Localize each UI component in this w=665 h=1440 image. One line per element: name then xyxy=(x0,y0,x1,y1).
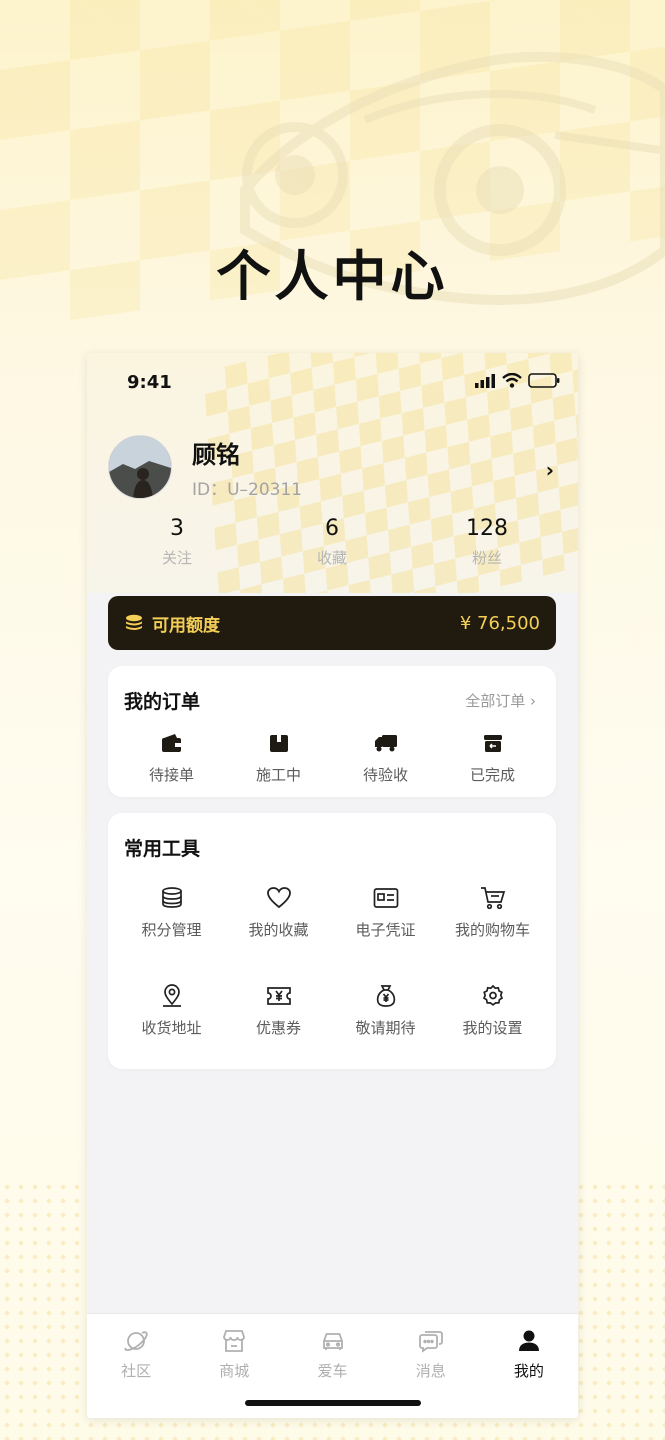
chat-icon xyxy=(418,1331,443,1353)
all-orders-link[interactable]: 全部订单 › xyxy=(465,690,536,711)
username: 顾铭 xyxy=(192,441,240,469)
tool-settings[interactable]: 我的设置 xyxy=(439,983,546,1038)
tool-label: 电子凭证 xyxy=(355,921,416,939)
tool-points[interactable]: 积分管理 xyxy=(118,885,225,940)
order-label: 施工中 xyxy=(255,766,301,784)
order-label: 已完成 xyxy=(469,766,515,784)
box-icon xyxy=(269,735,288,752)
profile-chevron-right-icon[interactable]: › xyxy=(546,458,554,482)
cart-icon xyxy=(480,887,505,910)
tab-label: 消息 xyxy=(415,1362,446,1380)
tab-mall[interactable]: 商城 xyxy=(185,1328,283,1381)
orders-title: 我的订单 xyxy=(124,691,201,713)
coins-icon xyxy=(161,887,182,908)
tab-messages[interactable]: 消息 xyxy=(382,1328,480,1381)
stat-favorites[interactable]: 6 收藏 xyxy=(272,516,392,568)
tool-label: 我的购物车 xyxy=(454,921,530,939)
credit-value: ¥ 76,500 xyxy=(459,612,540,634)
tool-label: 我的设置 xyxy=(462,1019,523,1037)
tool-label: 我的收藏 xyxy=(248,921,309,939)
status-icons xyxy=(474,373,560,388)
stat-following[interactable]: 3 关注 xyxy=(117,516,237,568)
tools-title: 常用工具 xyxy=(124,838,201,860)
battery-icon xyxy=(528,373,560,388)
car-icon xyxy=(322,1333,343,1350)
store-icon xyxy=(223,1330,246,1352)
stat-fans[interactable]: 128 粉丝 xyxy=(427,516,547,568)
coupon-icon xyxy=(266,987,291,1005)
profile-header: 9:41 顾铭 ID：U–20311 › 3 关注 6 收藏 128 粉丝 xyxy=(87,353,578,593)
credit-bar[interactable]: 可用额度 ¥ 76,500 xyxy=(108,596,556,650)
tab-community[interactable]: 社区 xyxy=(87,1328,185,1381)
tool-e-voucher[interactable]: 电子凭证 xyxy=(332,885,439,940)
tab-my-car[interactable]: 爱车 xyxy=(283,1328,381,1381)
user-id: ID：U–20311 xyxy=(192,480,303,500)
stat-value: 128 xyxy=(466,516,508,541)
tab-label: 我的 xyxy=(513,1362,544,1380)
signal-icon xyxy=(475,373,495,388)
page-title: 个人中心 xyxy=(216,245,449,308)
order-label: 待验收 xyxy=(362,766,408,784)
tool-label: 优惠券 xyxy=(255,1019,301,1037)
status-time: 9:41 xyxy=(127,372,172,393)
credit-label: 可用额度 xyxy=(152,615,220,636)
stat-value: 6 xyxy=(325,516,339,541)
tool-coming-soon[interactable]: 敬请期待 xyxy=(332,983,439,1038)
tool-address[interactable]: 收货地址 xyxy=(118,983,225,1038)
tab-bar: 社区 商城 爱车 消息 我的 xyxy=(87,1313,578,1418)
wifi-icon xyxy=(502,373,522,388)
location-pin-icon xyxy=(162,984,181,1007)
tab-label: 爱车 xyxy=(317,1362,348,1380)
money-bag-icon xyxy=(376,985,395,1007)
tool-coupon[interactable]: 优惠券 xyxy=(225,983,332,1038)
tool-label: 收货地址 xyxy=(141,1019,202,1037)
gear-icon xyxy=(482,984,503,1006)
stat-label: 收藏 xyxy=(316,549,347,567)
all-orders-label: 全部订单 xyxy=(465,692,526,710)
tab-label: 商城 xyxy=(219,1362,250,1380)
tool-label: 敬请期待 xyxy=(355,1019,416,1037)
return-box-icon xyxy=(483,735,502,752)
chevron-right-icon: › xyxy=(530,692,536,710)
tab-label: 社区 xyxy=(121,1362,152,1380)
stat-label: 关注 xyxy=(161,549,192,567)
tab-mine[interactable]: 我的 xyxy=(480,1328,578,1381)
tools-card: 常用工具 积分管理 我的收藏 电子凭证 我的购物车 收货地址 优惠券 敬请期待 … xyxy=(108,813,556,1069)
order-completed[interactable]: 已完成 xyxy=(439,730,546,785)
tool-label: 积分管理 xyxy=(141,921,202,939)
avatar-photo xyxy=(109,436,171,498)
order-pending-check[interactable]: 待验收 xyxy=(332,730,439,785)
tool-cart[interactable]: 我的购物车 xyxy=(439,885,546,940)
orders-card: 我的订单 全部订单 › 待接单 施工中 待验收 已完成 xyxy=(108,666,556,797)
stat-label: 粉丝 xyxy=(471,549,502,567)
wallet-icon xyxy=(161,734,181,752)
truck-icon xyxy=(374,735,397,752)
coins-icon xyxy=(126,614,142,630)
order-in-progress[interactable]: 施工中 xyxy=(225,730,332,785)
planet-icon xyxy=(124,1331,148,1351)
order-pending-accept[interactable]: 待接单 xyxy=(118,730,225,785)
order-label: 待接单 xyxy=(148,766,194,784)
tool-favorites[interactable]: 我的收藏 xyxy=(225,885,332,940)
home-indicator[interactable] xyxy=(245,1400,421,1406)
id-card-icon xyxy=(373,888,398,908)
avatar[interactable] xyxy=(108,435,172,499)
phone-screen: 9:41 顾铭 ID：U–20311 › 3 关注 6 收藏 128 粉丝 可用… xyxy=(87,353,578,1418)
user-icon xyxy=(518,1330,539,1351)
stat-value: 3 xyxy=(170,516,184,541)
heart-icon xyxy=(266,887,291,909)
